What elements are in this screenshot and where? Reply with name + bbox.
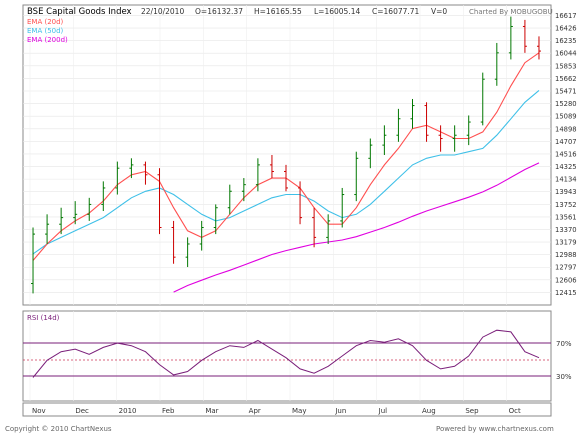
price-tick-label: 12797 [555,264,577,272]
price-tick-label: 13752 [555,201,577,209]
header-high: H=16165.55 [254,7,302,16]
price-tick-label: 13370 [555,226,577,234]
price-tick-label: 16426 [555,25,577,33]
price-tick-label: 16044 [555,50,577,58]
price-tick-label: 15089 [555,113,577,121]
header-date: 22/10/2010 [141,7,184,16]
header-volume: V=0 [431,7,447,16]
header-close: C=16077.71 [372,7,420,16]
x-tick-label: Jun [334,407,346,415]
price-tick-label: 14707 [555,138,577,146]
footer-copyright: Copyright © 2010 ChartNexus [5,425,112,433]
x-tick-label: Aug [422,407,436,415]
price-tick-label: 13179 [555,239,577,247]
rsi-panel [22,310,552,402]
rsi-tick-70: 70% [556,340,572,348]
price-tick-label: 14325 [555,163,577,171]
footer-powered-by: Powered by www.chartnexus.com [436,425,554,433]
header-low: L=16005.14 [314,7,360,16]
price-tick-label: 16235 [555,37,577,45]
x-tick-label: Mar [205,407,218,415]
legend-ema20: EMA (20d) [27,18,64,26]
price-tick-label: 12606 [555,276,577,284]
legend-ema200: EMA (200d) [27,36,68,44]
price-tick-label: 12988 [555,251,577,259]
price-tick-label: 14134 [555,176,577,184]
x-tick-label: Jul [378,407,388,415]
rsi-legend: RSI (14d) [27,314,60,322]
price-tick-label: 13943 [555,188,577,196]
x-tick-label: Oct [509,407,521,415]
x-tick-label: Nov [32,407,46,415]
x-tick-label: May [292,407,306,415]
stock-chart: 16617 16426 16235 16044 15853 15662 15471 15280… [5,4,577,433]
price-tick-label: 15662 [555,75,577,83]
price-tick-label: 14898 [555,125,577,133]
price-tick-label: 16617 [555,12,577,20]
x-tick-label: Dec [75,407,89,415]
x-tick-label: Apr [249,407,261,415]
price-tick-label: 15853 [555,62,577,70]
x-tick-label: Feb [162,407,175,415]
price-tick-label: 12415 [555,289,577,297]
x-tick-label: Sep [465,407,479,415]
header-open: O=16132.37 [195,7,243,16]
rsi-tick-30: 30% [556,373,572,381]
charted-by: Charted By MOBUGOBU [469,8,553,16]
price-tick-label: 15471 [555,88,577,96]
price-tick-label: 15280 [555,100,577,108]
price-tick-label: 13561 [555,213,577,221]
price-panel [22,4,552,306]
x-tick-label: 2010 [119,407,137,415]
legend-ema50: EMA (50d) [27,27,64,35]
price-tick-label: 14516 [555,150,577,158]
chart-title: BSE Capital Goods Index [27,7,132,17]
price-axis-labels: 16617 16426 16235 16044 15853 15662 15471 15280… [555,12,577,297]
